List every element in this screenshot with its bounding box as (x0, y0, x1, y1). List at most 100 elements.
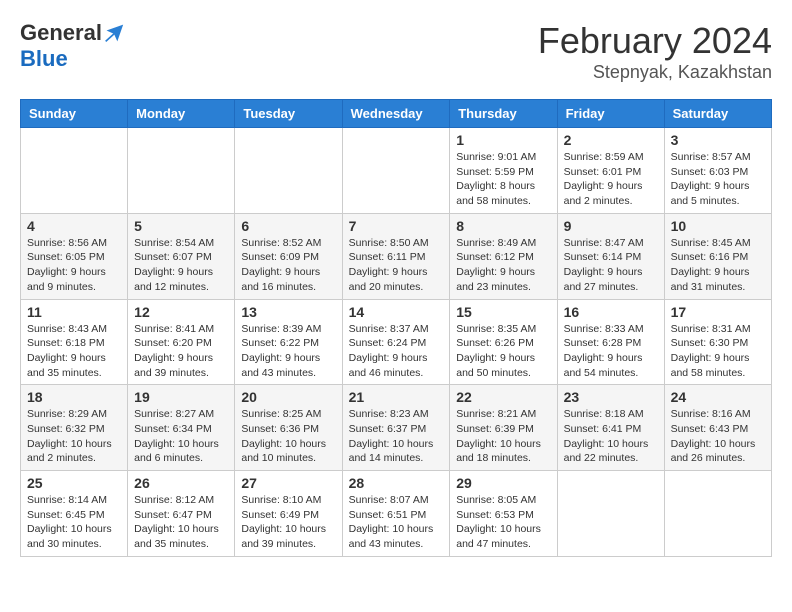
logo-bird-icon (104, 23, 124, 43)
day-number: 28 (349, 475, 444, 491)
calendar-cell (128, 128, 235, 214)
calendar-cell: 8 Sunrise: 8:49 AM Sunset: 6:12 PM Daylig… (450, 213, 557, 299)
calendar-cell: 10Sunrise: 8:45 AM Sunset: 6:16 PM Dayli… (664, 213, 771, 299)
day-info: Sunrise: 8:37 AM Sunset: 6:24 PM Dayligh… (349, 322, 444, 381)
location-subtitle: Stepnyak, Kazakhstan (538, 62, 772, 83)
day-info: Sunrise: 9:01 AM Sunset: 5:59 PM Dayligh… (456, 150, 550, 209)
day-number: 13 (241, 304, 335, 320)
calendar-cell: 17 Sunrise: 8:31 AM Sunset: 6:30 PM Dayli… (664, 299, 771, 385)
calendar-cell: 5Sunrise: 8:54 AM Sunset: 6:07 PM Daylig… (128, 213, 235, 299)
page-header: General Blue February 2024 Stepnyak, Kaz… (20, 20, 772, 83)
day-number: 8 (456, 218, 550, 234)
day-info: Sunrise: 8:18 AM Sunset: 6:41 PM Dayligh… (564, 407, 658, 466)
day-number: 20 (241, 389, 335, 405)
title-area: February 2024 Stepnyak, Kazakhstan (538, 20, 772, 83)
day-info: Sunrise: 8:43 AM Sunset: 6:18 PM Dayligh… (27, 322, 121, 381)
day-info: Sunrise: 8:31 AM Sunset: 6:30 PM Dayligh… (671, 322, 765, 381)
calendar-cell (235, 128, 342, 214)
day-info: Sunrise: 8:27 AM Sunset: 6:34 PM Dayligh… (134, 407, 228, 466)
day-number: 4 (27, 218, 121, 234)
day-info: Sunrise: 8:10 AM Sunset: 6:49 PM Dayligh… (241, 493, 335, 552)
day-number: 5 (134, 218, 228, 234)
weekday-header-sunday: Sunday (21, 100, 128, 128)
calendar-cell: 21 Sunrise: 8:23 AM Sunset: 6:37 PM Dayli… (342, 385, 450, 471)
calendar-cell: 16 Sunrise: 8:33 AM Sunset: 6:28 PM Dayli… (557, 299, 664, 385)
calendar-cell: 20 Sunrise: 8:25 AM Sunset: 6:36 PM Dayli… (235, 385, 342, 471)
day-number: 24 (671, 389, 765, 405)
calendar-cell: 28 Sunrise: 8:07 AM Sunset: 6:51 PM Dayli… (342, 471, 450, 557)
calendar-cell: 14 Sunrise: 8:37 AM Sunset: 6:24 PM Dayli… (342, 299, 450, 385)
day-info: Sunrise: 8:07 AM Sunset: 6:51 PM Dayligh… (349, 493, 444, 552)
calendar-cell: 1 Sunrise: 9:01 AM Sunset: 5:59 PM Daylig… (450, 128, 557, 214)
weekday-header-saturday: Saturday (664, 100, 771, 128)
calendar-cell: 7 Sunrise: 8:50 AM Sunset: 6:11 PM Daylig… (342, 213, 450, 299)
calendar-cell: 25 Sunrise: 8:14 AM Sunset: 6:45 PM Dayli… (21, 471, 128, 557)
day-number: 19 (134, 389, 228, 405)
day-info: Sunrise: 8:57 AM Sunset: 6:03 PM Dayligh… (671, 150, 765, 209)
calendar-cell: 3 Sunrise: 8:57 AM Sunset: 6:03 PM Daylig… (664, 128, 771, 214)
day-info: Sunrise: 8:50 AM Sunset: 6:11 PM Dayligh… (349, 236, 444, 295)
calendar-cell: 22Sunrise: 8:21 AM Sunset: 6:39 PM Dayli… (450, 385, 557, 471)
calendar-week-row: 4 Sunrise: 8:56 AM Sunset: 6:05 PM Daylig… (21, 213, 772, 299)
calendar-cell (21, 128, 128, 214)
calendar-cell: 12 Sunrise: 8:41 AM Sunset: 6:20 PM Dayli… (128, 299, 235, 385)
day-number: 6 (241, 218, 335, 234)
day-number: 21 (349, 389, 444, 405)
calendar-table: SundayMondayTuesdayWednesdayThursdayFrid… (20, 99, 772, 557)
day-info: Sunrise: 8:23 AM Sunset: 6:37 PM Dayligh… (349, 407, 444, 466)
calendar-cell: 15 Sunrise: 8:35 AM Sunset: 6:26 PM Dayli… (450, 299, 557, 385)
weekday-header-monday: Monday (128, 100, 235, 128)
calendar-cell: 19 Sunrise: 8:27 AM Sunset: 6:34 PM Dayli… (128, 385, 235, 471)
calendar-cell: 24 Sunrise: 8:16 AM Sunset: 6:43 PM Dayli… (664, 385, 771, 471)
day-number: 7 (349, 218, 444, 234)
day-info: Sunrise: 8:59 AM Sunset: 6:01 PM Dayligh… (564, 150, 658, 209)
day-number: 25 (27, 475, 121, 491)
day-number: 18 (27, 389, 121, 405)
logo-blue-text: Blue (20, 46, 68, 71)
day-info: Sunrise: 8:49 AM Sunset: 6:12 PM Dayligh… (456, 236, 550, 295)
day-number: 1 (456, 132, 550, 148)
weekday-header-tuesday: Tuesday (235, 100, 342, 128)
day-info: Sunrise: 8:21 AM Sunset: 6:39 PM Dayligh… (456, 407, 550, 466)
calendar-week-row: 11 Sunrise: 8:43 AM Sunset: 6:18 PM Dayli… (21, 299, 772, 385)
calendar-cell: 23Sunrise: 8:18 AM Sunset: 6:41 PM Dayli… (557, 385, 664, 471)
calendar-cell: 11 Sunrise: 8:43 AM Sunset: 6:18 PM Dayli… (21, 299, 128, 385)
calendar-cell: 4 Sunrise: 8:56 AM Sunset: 6:05 PM Daylig… (21, 213, 128, 299)
day-info: Sunrise: 8:56 AM Sunset: 6:05 PM Dayligh… (27, 236, 121, 295)
day-info: Sunrise: 8:41 AM Sunset: 6:20 PM Dayligh… (134, 322, 228, 381)
calendar-cell: 9Sunrise: 8:47 AM Sunset: 6:14 PM Daylig… (557, 213, 664, 299)
calendar-cell: 13 Sunrise: 8:39 AM Sunset: 6:22 PM Dayli… (235, 299, 342, 385)
calendar-cell (557, 471, 664, 557)
day-number: 15 (456, 304, 550, 320)
logo-general-text: General (20, 20, 102, 46)
day-number: 10 (671, 218, 765, 234)
day-number: 11 (27, 304, 121, 320)
day-number: 17 (671, 304, 765, 320)
calendar-week-row: 18Sunrise: 8:29 AM Sunset: 6:32 PM Dayli… (21, 385, 772, 471)
day-number: 12 (134, 304, 228, 320)
day-info: Sunrise: 8:12 AM Sunset: 6:47 PM Dayligh… (134, 493, 228, 552)
day-info: Sunrise: 8:47 AM Sunset: 6:14 PM Dayligh… (564, 236, 658, 295)
calendar-cell: 18Sunrise: 8:29 AM Sunset: 6:32 PM Dayli… (21, 385, 128, 471)
calendar-cell: 2 Sunrise: 8:59 AM Sunset: 6:01 PM Daylig… (557, 128, 664, 214)
day-info: Sunrise: 8:25 AM Sunset: 6:36 PM Dayligh… (241, 407, 335, 466)
day-info: Sunrise: 8:52 AM Sunset: 6:09 PM Dayligh… (241, 236, 335, 295)
day-number: 3 (671, 132, 765, 148)
day-info: Sunrise: 8:14 AM Sunset: 6:45 PM Dayligh… (27, 493, 121, 552)
logo: General Blue (20, 20, 124, 72)
weekday-header-friday: Friday (557, 100, 664, 128)
calendar-cell: 6 Sunrise: 8:52 AM Sunset: 6:09 PM Daylig… (235, 213, 342, 299)
day-info: Sunrise: 8:39 AM Sunset: 6:22 PM Dayligh… (241, 322, 335, 381)
day-info: Sunrise: 8:35 AM Sunset: 6:26 PM Dayligh… (456, 322, 550, 381)
day-number: 14 (349, 304, 444, 320)
day-info: Sunrise: 8:05 AM Sunset: 6:53 PM Dayligh… (456, 493, 550, 552)
calendar-cell: 27Sunrise: 8:10 AM Sunset: 6:49 PM Dayli… (235, 471, 342, 557)
day-info: Sunrise: 8:16 AM Sunset: 6:43 PM Dayligh… (671, 407, 765, 466)
calendar-cell (342, 128, 450, 214)
day-info: Sunrise: 8:33 AM Sunset: 6:28 PM Dayligh… (564, 322, 658, 381)
day-number: 16 (564, 304, 658, 320)
day-number: 2 (564, 132, 658, 148)
weekday-header-thursday: Thursday (450, 100, 557, 128)
day-number: 26 (134, 475, 228, 491)
weekday-header-wednesday: Wednesday (342, 100, 450, 128)
